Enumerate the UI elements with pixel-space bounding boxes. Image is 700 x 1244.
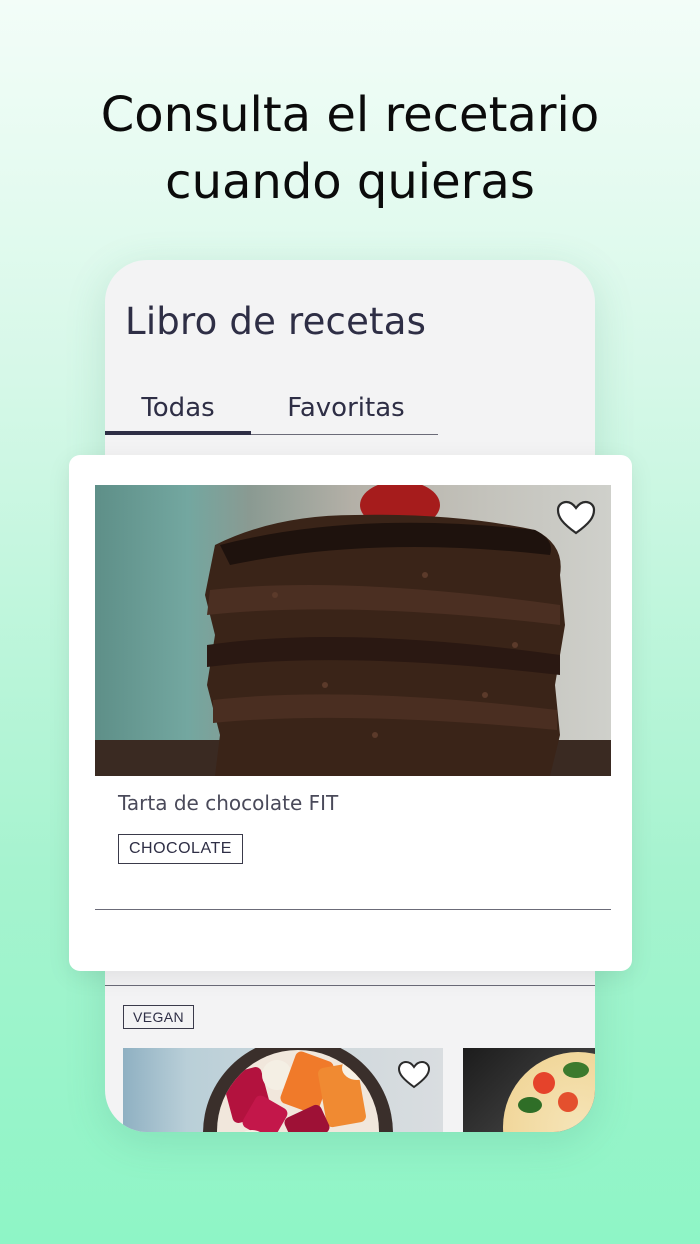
headline-line-1: Consulta el recetario xyxy=(100,87,600,143)
promo-headline: Consulta el recetario cuando quieras xyxy=(0,82,700,216)
chocolate-cake-photo xyxy=(95,485,611,776)
tab-bar: Todas Favoritas xyxy=(105,388,438,435)
card-divider xyxy=(95,909,611,910)
recipe-card-pizza[interactable] xyxy=(463,1048,595,1132)
tab-todas[interactable]: Todas xyxy=(105,388,251,435)
page-title: Libro de recetas xyxy=(125,300,427,343)
heart-outline-icon[interactable] xyxy=(397,1060,431,1090)
pizza-photo xyxy=(503,1052,595,1132)
headline-line-2: cuando quieras xyxy=(165,154,535,210)
heart-outline-icon[interactable] xyxy=(555,499,597,537)
featured-recipe-card[interactable]: Tarta de chocolate FIT CHOCOLATE xyxy=(69,455,632,971)
recipe-card-fruit-bowl[interactable] xyxy=(123,1048,443,1132)
category-tag-vegan[interactable]: VEGAN xyxy=(123,1005,195,1029)
tab-favoritas[interactable]: Favoritas xyxy=(271,388,421,434)
category-tag-chocolate[interactable]: CHOCOLATE xyxy=(118,834,243,864)
section-divider xyxy=(105,985,595,986)
recipe-title: Tarta de chocolate FIT xyxy=(118,791,339,815)
